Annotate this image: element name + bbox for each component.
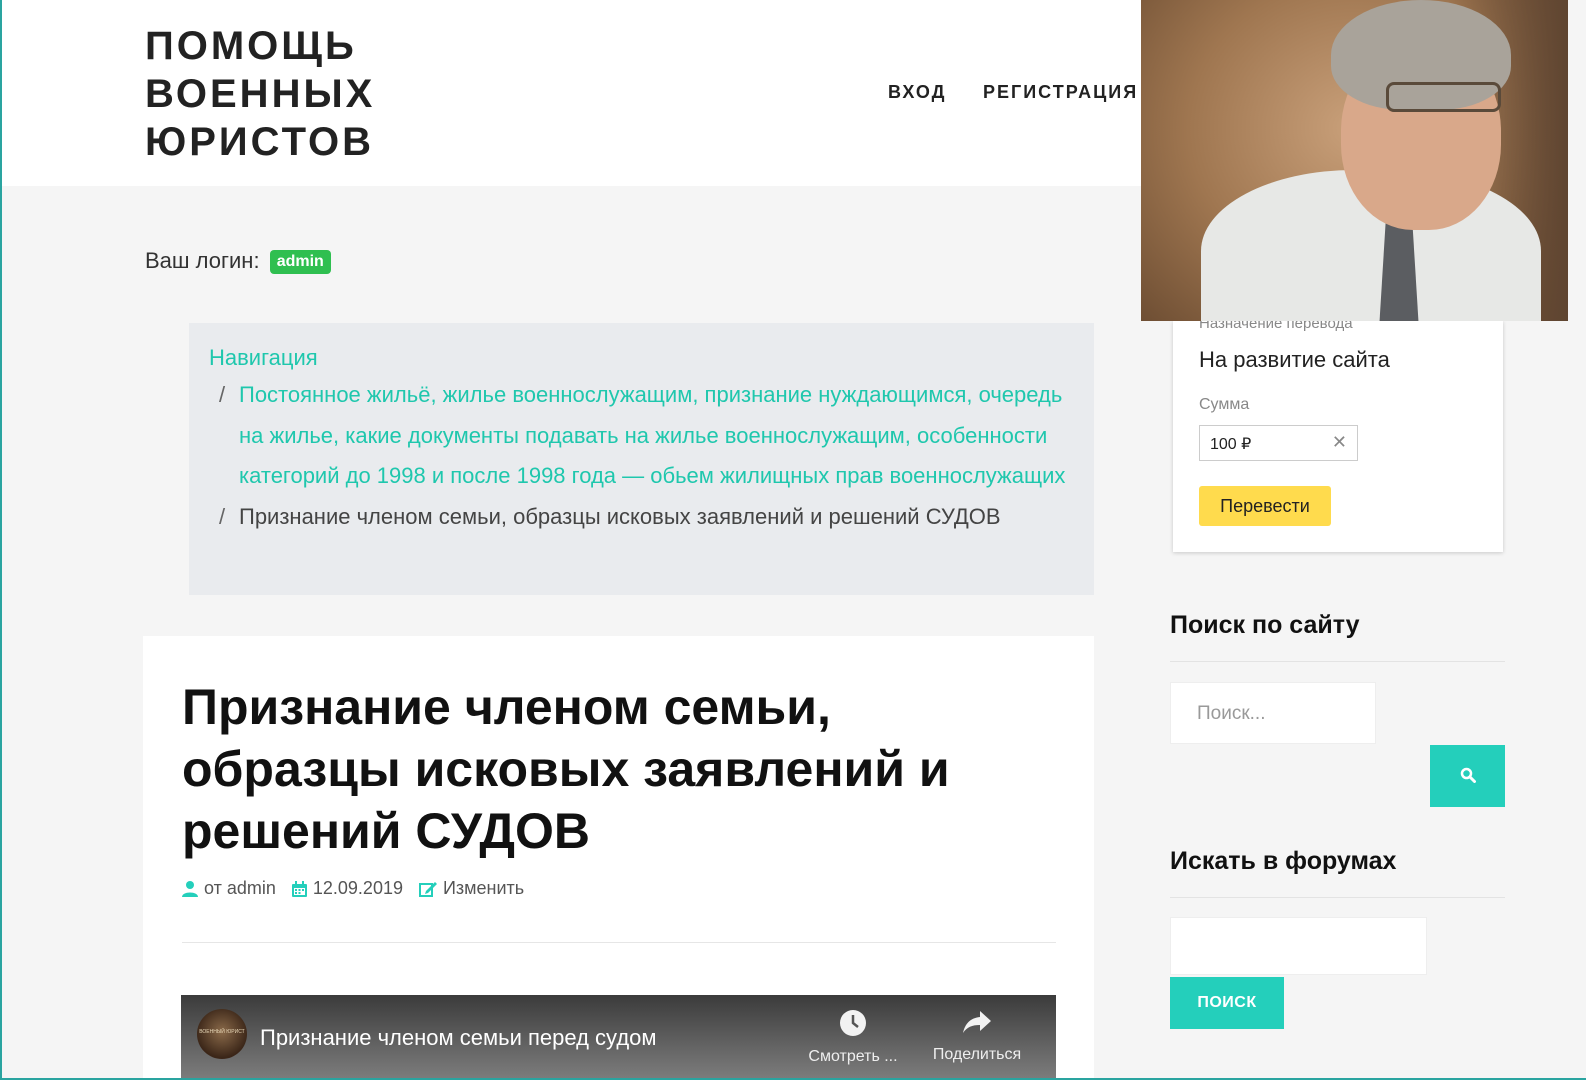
meta-edit[interactable]: Изменить	[418, 878, 525, 899]
main-nav: ВХОД РЕГИСТРАЦИЯ	[0, 82, 1141, 106]
login-label: Ваш логин:	[145, 248, 260, 273]
channel-logo[interactable]: ВОЕННЫЙ ЮРИСТ	[197, 1009, 247, 1059]
site-search-divider	[1170, 661, 1505, 662]
site-search-heading: Поиск по сайту	[1170, 611, 1360, 639]
article-meta: от admin 12.09.2019 Изменить	[182, 878, 540, 899]
article-card: Признание членом семьи, образцы исковых …	[143, 636, 1094, 1080]
meta-date-text: 12.09.2019	[312, 878, 403, 898]
breadcrumb-current: Признание членом семьи, образцы исковых …	[239, 503, 1001, 529]
sum-input-value: 100 ₽	[1210, 436, 1252, 453]
clear-icon[interactable]: ✕	[1332, 432, 1347, 453]
breadcrumb-separator: /	[219, 503, 226, 529]
breadcrumb-root-link[interactable]: Навигация	[209, 341, 1074, 375]
login-badge: admin	[269, 250, 331, 274]
forum-search-input[interactable]	[1170, 917, 1427, 975]
video-title[interactable]: Признание членом семьи перед судом	[260, 1025, 657, 1051]
nav-register-link[interactable]: РЕГИСТРАЦИЯ	[983, 82, 1138, 103]
meta-edit-text: Изменить	[442, 878, 525, 898]
forum-search-button[interactable]: ПОИСК	[1170, 977, 1284, 1029]
share-label: Поделиться	[932, 1046, 1022, 1063]
purpose-value: На развитие сайта	[1199, 347, 1390, 372]
breadcrumb-item-parent: / Постоянное жильё, жилье военнослужащим…	[209, 375, 1074, 497]
forum-search-divider	[1170, 897, 1505, 898]
calendar-icon	[291, 880, 307, 897]
watch-later-label: Смотреть ...	[808, 1048, 898, 1065]
site-search-button[interactable]	[1430, 745, 1505, 807]
article-title: Признание членом семьи, образцы исковых …	[182, 679, 950, 859]
embedded-video[interactable]: ВОЕННЫЙ ЮРИСТ Признание членом семьи пер…	[181, 995, 1056, 1080]
nav-login-link[interactable]: ВХОД	[888, 82, 946, 103]
webcam-overlay	[1141, 0, 1568, 321]
breadcrumb-item-current: / Признание членом семьи, образцы исковы…	[209, 497, 1074, 538]
meta-author[interactable]: от admin	[182, 878, 276, 899]
breadcrumb-parent-link[interactable]: Постоянное жильё, жилье военнослужащим, …	[239, 375, 1074, 497]
watch-later-button[interactable]: Смотреть ...	[803, 1009, 903, 1066]
breadcrumb-separator: /	[219, 382, 226, 407]
sum-input[interactable]: 100 ₽ ✕	[1199, 425, 1358, 461]
donate-widget: Назначение перевода На развитие сайта Су…	[1173, 315, 1503, 552]
search-icon	[1460, 767, 1476, 783]
site-search-input[interactable]: Поиск...	[1170, 682, 1376, 744]
transfer-button[interactable]: Перевести	[1199, 486, 1331, 526]
site-title-line-3: ЮРИСТОВ	[145, 120, 375, 164]
meta-date: 12.09.2019	[291, 878, 403, 899]
sum-label: Сумма	[1199, 396, 1250, 413]
channel-logo-text: ВОЕННЫЙ ЮРИСТ	[199, 1029, 245, 1035]
forum-search-heading: Искать в форумах	[1170, 847, 1397, 875]
breadcrumb: Навигация / Постоянное жильё, жилье воен…	[189, 323, 1094, 595]
share-button[interactable]: Поделиться	[927, 1009, 1027, 1064]
user-icon	[182, 881, 198, 897]
site-title-line-1: ПОМОЩЬ	[145, 24, 357, 68]
user-login-line: Ваш логин: admin	[145, 248, 331, 274]
article-divider	[182, 942, 1056, 943]
edit-icon	[418, 881, 437, 897]
meta-author-text: от admin	[204, 878, 276, 898]
webcam-person-glasses	[1386, 82, 1501, 112]
clock-icon	[840, 1010, 866, 1036]
site-header: ПОМОЩЬ ВОЕННЫХ ЮРИСТОВ ВХОД РЕГИСТРАЦИЯ	[0, 0, 1141, 186]
share-arrow-icon	[963, 1011, 991, 1033]
